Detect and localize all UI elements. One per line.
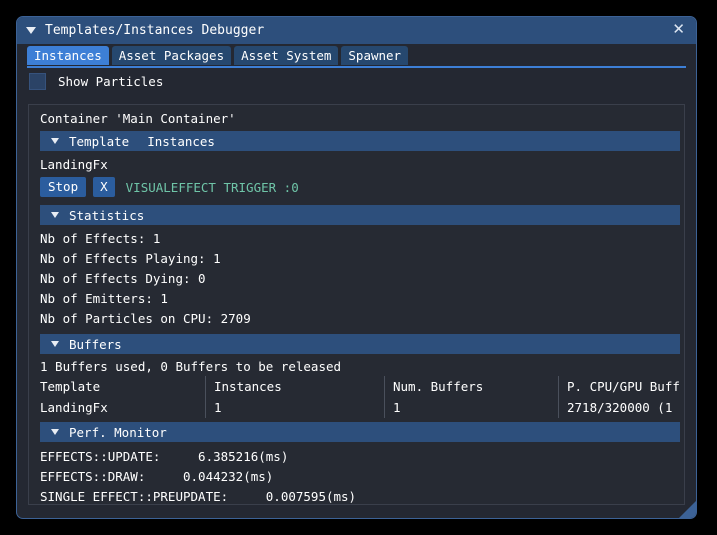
section-title-instances: Instances [147, 133, 215, 149]
section-header-buffers[interactable]: Buffers [40, 334, 680, 354]
cell-buffer-size: 2718/320000 (1 Buffers) [558, 397, 680, 418]
instance-name: LandingFx [40, 157, 108, 172]
statistic-line: Nb of Effects: 1 [40, 231, 161, 246]
section-header-template-instances[interactable]: Template Instances [40, 131, 680, 151]
tab-asset-packages[interactable]: Asset Packages [111, 46, 232, 65]
window-title: Templates/Instances Debugger [45, 23, 265, 38]
cell-template: LandingFx [40, 400, 108, 415]
statistic-line: Nb of Effects Dying: 0 [40, 271, 206, 286]
section-header-perf-monitor[interactable]: Perf. Monitor [40, 422, 680, 442]
container-label: Container 'Main Container' [40, 111, 236, 126]
perf-line: EFFECTS::DRAW: 0.044232(ms) [40, 469, 274, 484]
tab-spawner[interactable]: Spawner [341, 46, 409, 65]
section-title-statistics: Statistics [69, 207, 145, 223]
statistics-lines: Nb of Effects: 1 Nb of Effects Playing: … [29, 225, 684, 328]
kill-button[interactable]: X [93, 177, 115, 197]
tab-bar: Instances Asset Packages Asset System Sp… [17, 44, 696, 68]
section-title-buffers: Buffers [69, 336, 122, 352]
triangle-down-icon [51, 341, 59, 347]
column-header-instances: Instances [205, 376, 385, 397]
instance-controls: Stop X VISUALEFFECT TRIGGER :0 [29, 174, 684, 201]
cell-num-buffers: 1 [384, 397, 559, 418]
close-icon[interactable]: ✕ [669, 22, 688, 39]
buffers-table: Template Instances Num. Buffers P. CPU/G… [40, 376, 680, 418]
section-title-template: Template [69, 133, 130, 149]
table-header-row: Template Instances Num. Buffers P. CPU/G… [40, 376, 680, 397]
stop-button[interactable]: Stop [40, 177, 87, 197]
statistic-line: Nb of Emitters: 1 [40, 291, 168, 306]
tab-underline [27, 66, 686, 68]
statistic-line: Nb of Particles on CPU: 2709 [40, 311, 251, 326]
perf-line: EFFECTS::UPDATE: 6.385216(ms) [40, 449, 289, 464]
triangle-down-icon [51, 212, 59, 218]
section-header-statistics[interactable]: Statistics [40, 205, 680, 225]
content-panel: Container 'Main Container' Template Inst… [28, 104, 685, 505]
trigger-status-text: VISUALEFFECT TRIGGER :0 [125, 179, 299, 195]
triangle-down-icon [51, 429, 59, 435]
tab-instances[interactable]: Instances [27, 46, 109, 65]
show-particles-row: Show Particles [17, 68, 696, 94]
resize-grip[interactable] [679, 501, 696, 518]
perf-monitor-lines: EFFECTS::UPDATE: 6.385216(ms) EFFECTS::D… [29, 442, 684, 504]
tab-asset-system[interactable]: Asset System [234, 46, 339, 65]
statistic-line: Nb of Effects Playing: 1 [40, 251, 221, 266]
triangle-down-icon[interactable] [26, 27, 36, 34]
column-header-num-buffers: Num. Buffers [384, 376, 559, 397]
show-particles-checkbox[interactable] [29, 72, 46, 90]
perf-line: SINGLE EFFECT::PREUPDATE: 0.007595(ms) [40, 489, 357, 504]
cell-instances: 1 [205, 397, 385, 418]
window-titlebar[interactable]: Templates/Instances Debugger ✕ [17, 17, 696, 44]
buffers-summary: 1 Buffers used, 0 Buffers to be released [40, 359, 342, 374]
section-title-perf-monitor: Perf. Monitor [69, 424, 167, 440]
column-header-buffer-size: P. CPU/GPU Buffer Size [558, 376, 680, 397]
table-row: LandingFx 1 1 2718/320000 (1 Buffers) [40, 397, 680, 418]
column-header-template: Template [40, 379, 101, 394]
debugger-window: Templates/Instances Debugger ✕ Instances… [16, 16, 697, 519]
triangle-down-icon [51, 138, 59, 144]
show-particles-label: Show Particles [58, 73, 164, 89]
